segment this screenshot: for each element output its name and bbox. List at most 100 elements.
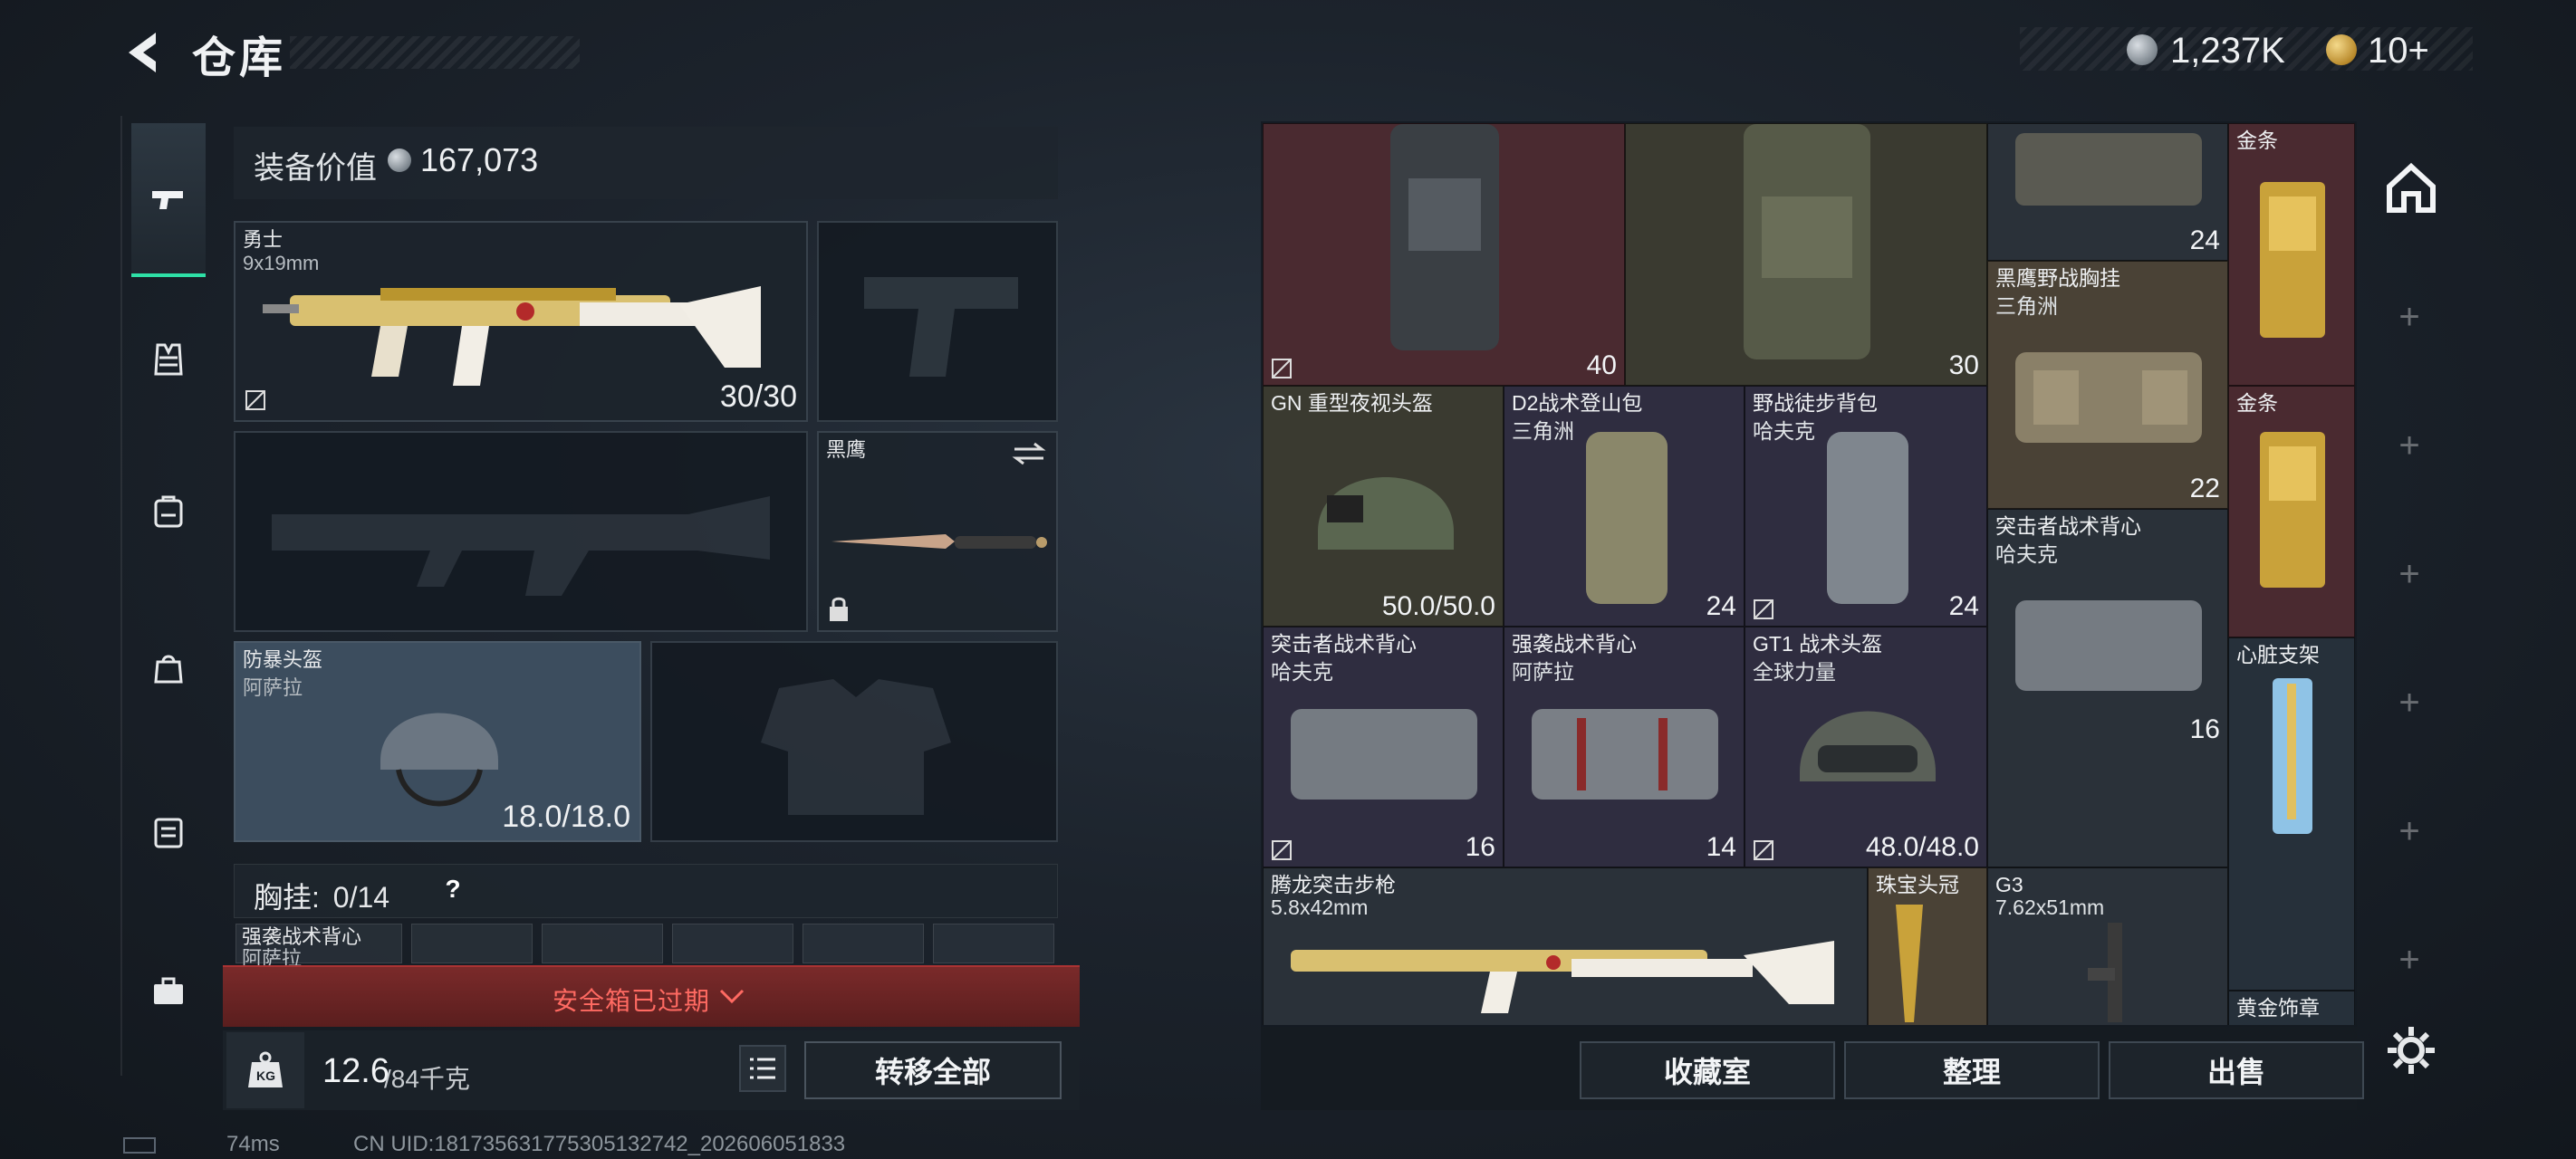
stash-item-d2-pack[interactable]: D2战术登山包 三角洲 24	[1504, 386, 1745, 627]
stash-item-blackhawk-rig[interactable]: 黑鹰野战胸挂 三角洲 22	[1987, 261, 2228, 509]
chest-slot[interactable]	[672, 924, 793, 963]
item-brand: 阿萨拉	[1512, 660, 1574, 684]
add-stash-page-button[interactable]: +	[2391, 556, 2427, 592]
bag-icon	[154, 655, 183, 684]
pistol-slot[interactable]	[817, 221, 1058, 422]
chest-slot[interactable]	[542, 924, 663, 963]
chest-slot[interactable]	[411, 924, 533, 963]
melee-slot[interactable]: 黑鹰	[817, 431, 1058, 632]
gold-coin-icon	[2326, 34, 2357, 65]
nav-backpack-tab[interactable]	[131, 474, 206, 549]
backpack-icon	[1586, 432, 1668, 604]
gold-bar-icon	[2260, 432, 2325, 588]
helmet-brand: 阿萨拉	[243, 676, 303, 699]
pistol-icon	[152, 191, 183, 209]
stash-item-vest[interactable]: 24	[1987, 123, 2228, 261]
equip-value-label: 装备价值	[254, 151, 377, 186]
nav-case-tab[interactable]	[131, 795, 206, 869]
stent-icon	[2273, 678, 2312, 834]
stash-item-gold-bar-2[interactable]: 金条	[2228, 386, 2355, 637]
item-capacity: 24	[1706, 591, 1736, 621]
stash-item-gt1-helmet[interactable]: GT1 战术头盔 全球力量 48.0/48.0	[1745, 627, 1987, 867]
battery-icon	[123, 1137, 156, 1154]
backpack-icon	[1827, 432, 1908, 604]
backpack-icon	[154, 495, 183, 528]
stash-item-heart-stent[interactable]: 心脏支架	[2228, 637, 2355, 991]
chest-slot[interactable]	[933, 924, 1054, 963]
item-name: 黑鹰野战胸挂	[1995, 266, 2120, 290]
nav-chest-rig-tab[interactable]	[131, 322, 206, 397]
transfer-all-button[interactable]: 转移全部	[804, 1041, 1062, 1099]
stash-grid: 40 30 24 金条 黑鹰野战胸挂 三角洲 22 金条 GN 重型夜视头盔 5…	[1263, 123, 2355, 1025]
item-name: 金条	[2236, 391, 2278, 415]
gear-icon[interactable]	[2384, 1023, 2438, 1078]
primary-weapon-slot[interactable]: 勇士 9x19mm 30/30	[234, 221, 808, 422]
back-arrow-icon[interactable]	[118, 25, 172, 80]
rifle-silhouette-icon	[272, 496, 770, 596]
add-stash-page-button[interactable]: +	[2391, 942, 2427, 978]
stash-item-g3-rifle[interactable]: G3 7.62x51mm	[1987, 867, 2228, 1025]
stash-item-jewel-crown[interactable]: 珠宝头冠	[1868, 867, 1987, 1025]
backpack-preview-name: 强袭战术背心	[242, 925, 362, 948]
home-stash-icon[interactable]	[2382, 159, 2440, 217]
stash-item-gold-badge[interactable]: 黄金饰章	[2228, 991, 2355, 1025]
nav-toolbox-tab[interactable]	[131, 954, 206, 1029]
helmet-icon	[380, 713, 498, 807]
item-capacity: 16	[2189, 714, 2220, 744]
armor-slot[interactable]	[650, 641, 1058, 842]
item-brand: 三角洲	[1995, 294, 2058, 318]
helmet-icon	[1318, 477, 1454, 550]
swap-icon[interactable]	[1011, 440, 1047, 467]
item-name: 黄金饰章	[2236, 996, 2320, 1020]
smg-icon	[263, 286, 761, 386]
stash-item-field-pack[interactable]: 野战徒步背包 哈夫克 24	[1745, 386, 1987, 627]
helmet-durability: 18.0/18.0	[502, 800, 630, 834]
help-icon[interactable]: ?	[435, 875, 471, 907]
sell-button[interactable]: 出售	[2109, 1041, 2364, 1099]
safe-box-status[interactable]: 安全箱已过期	[553, 982, 710, 1018]
item-capacity: 22	[2189, 474, 2220, 503]
stash-item-gold-bar-1[interactable]: 金条	[2228, 123, 2355, 386]
add-stash-page-button[interactable]: +	[2391, 685, 2427, 721]
item-durability: 50.0/50.0	[1381, 591, 1495, 621]
item-name: 强袭战术背心	[1512, 632, 1637, 656]
backpack-preview-cell[interactable]: 强袭战术背心 阿萨拉	[235, 924, 402, 970]
stash-item-tenglong-rifle[interactable]: 腾龙突击步枪 5.8x42mm	[1263, 867, 1868, 1025]
assault-rifle-icon	[1291, 941, 1834, 1013]
nav-bag-tab[interactable]	[131, 630, 206, 704]
add-stash-page-button[interactable]: +	[2391, 813, 2427, 849]
currency-silver-amount[interactable]: 1,237K	[2170, 31, 2285, 72]
weight-max: /84千克	[384, 1065, 470, 1093]
stash-item-assault-vest[interactable]: 强袭战术背心 阿萨拉 14	[1504, 627, 1745, 867]
stash-item-raider-vest-2[interactable]: 突击者战术背心 哈夫克 16	[1263, 627, 1504, 867]
no-insure-icon	[1754, 840, 1773, 860]
currency-gold-amount[interactable]: 10+	[2368, 31, 2429, 72]
add-stash-page-button[interactable]: +	[2391, 299, 2427, 335]
no-insure-icon	[245, 390, 265, 410]
chevron-down-icon[interactable]	[717, 982, 746, 1011]
vest-icon	[154, 343, 183, 376]
item-caliber: 5.8x42mm	[1271, 896, 1369, 919]
helmet-slot[interactable]: 防暴头盔 阿萨拉 18.0/18.0	[234, 641, 641, 842]
chest-rig-count: 0/14	[332, 881, 390, 914]
collection-room-button[interactable]: 收藏室	[1580, 1041, 1835, 1099]
stash-item-bag-2[interactable]: 30	[1625, 123, 1987, 386]
vest-icon	[1532, 709, 1718, 800]
stash-item-raider-vest-1[interactable]: 突击者战术背心 哈夫克 16	[1987, 509, 2228, 867]
nav-weapon-tab[interactable]	[131, 123, 206, 277]
chest-slot[interactable]	[803, 924, 924, 963]
item-name: 突击者战术背心	[1995, 514, 2141, 538]
list-view-button[interactable]	[739, 1045, 786, 1092]
stash-item-gn-helmet[interactable]: GN 重型夜视头盔 50.0/50.0	[1263, 386, 1504, 627]
secondary-weapon-slot[interactable]	[234, 431, 808, 632]
melee-name: 黑鹰	[826, 438, 867, 461]
title-decoration	[290, 36, 580, 69]
organize-button[interactable]: 整理	[1844, 1041, 2100, 1099]
item-capacity: 24	[2189, 225, 2220, 255]
chest-rig-label: 胸挂: 0/14	[254, 875, 389, 916]
stash-item-bag-1[interactable]: 40	[1263, 123, 1625, 386]
item-name: D2战术登山包	[1512, 391, 1643, 415]
knife-icon	[831, 534, 1047, 549]
item-name: GN 重型夜视头盔	[1271, 391, 1433, 415]
add-stash-page-button[interactable]: +	[2391, 427, 2427, 464]
